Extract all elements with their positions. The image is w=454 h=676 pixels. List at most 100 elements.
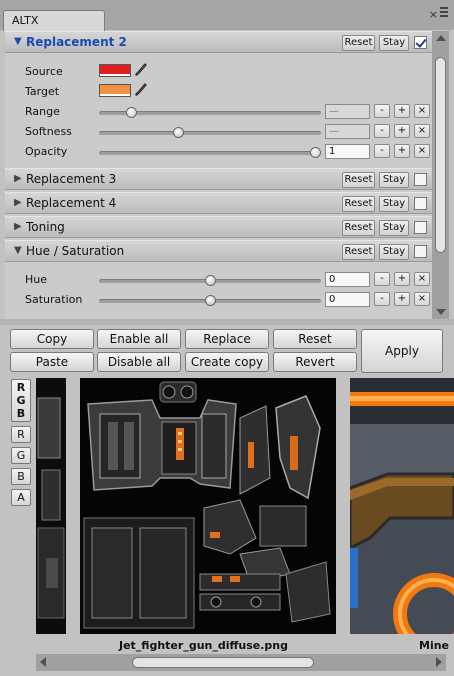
reset-button[interactable]: Reset — [342, 220, 375, 236]
tab-strip: ALTX × — [0, 0, 454, 31]
channel-rgb-button[interactable]: R G B — [11, 379, 31, 422]
channel-a-button[interactable]: A — [11, 489, 31, 506]
range-minus-button[interactable]: - — [374, 104, 390, 118]
section-title: Replacement 2 — [26, 35, 127, 49]
opacity-plus-button[interactable]: + — [394, 144, 410, 158]
slider-knob[interactable] — [126, 107, 138, 118]
previous-texture-thumbnail[interactable] — [36, 378, 66, 634]
hue-remove-button[interactable]: × — [414, 272, 430, 286]
saturation-remove-button[interactable]: × — [414, 292, 430, 306]
scroll-thumb[interactable] — [132, 657, 314, 668]
enable-checkbox[interactable] — [414, 197, 427, 210]
slider-knob[interactable] — [172, 127, 184, 138]
stay-button[interactable]: Stay — [379, 244, 409, 260]
stay-button[interactable]: Stay — [379, 35, 409, 51]
window-menu-icon[interactable] — [440, 7, 448, 17]
collapsed-triangle-icon[interactable]: ▶ — [14, 197, 22, 208]
eyedropper-icon[interactable] — [135, 83, 147, 96]
stay-button[interactable]: Stay — [379, 196, 409, 212]
softness-value-field[interactable]: — — [325, 124, 370, 139]
reset-button[interactable]: Reset — [342, 172, 375, 188]
enable-checkbox[interactable] — [414, 36, 427, 49]
range-remove-button[interactable]: × — [414, 104, 430, 118]
stay-button[interactable]: Stay — [379, 220, 409, 236]
saturation-value-field[interactable]: 0 — [325, 292, 370, 307]
texture-preview-area: R G B R G B A Jet_fighter_gun_diffuse.pn… — [0, 375, 454, 676]
collapsed-triangle-icon[interactable]: ▶ — [14, 173, 22, 184]
apply-button[interactable]: Apply — [361, 329, 443, 373]
section-toning[interactable]: ▶ Toning Reset Stay — [5, 216, 435, 238]
range-plus-button[interactable]: + — [394, 104, 410, 118]
section-replacement-4[interactable]: ▶ Replacement 4 Reset Stay — [5, 192, 435, 214]
hue-value-field[interactable]: 0 — [325, 272, 370, 287]
channel-g-button[interactable]: G — [11, 447, 31, 464]
section-replacement-2[interactable]: ▼ Replacement 2 Reset Stay — [5, 31, 435, 53]
softness-plus-button[interactable]: + — [394, 124, 410, 138]
channel-b-button[interactable]: B — [11, 468, 31, 485]
scroll-up-arrow-icon[interactable] — [436, 35, 446, 41]
softness-label: Softness — [25, 125, 72, 138]
enable-checkbox[interactable] — [414, 245, 427, 258]
slider-knob[interactable] — [204, 295, 216, 306]
paste-button[interactable]: Paste — [10, 352, 94, 372]
softness-remove-button[interactable]: × — [414, 124, 430, 138]
range-value-field[interactable]: — — [325, 104, 370, 119]
opacity-minus-button[interactable]: - — [374, 144, 390, 158]
create-copy-button[interactable]: Create copy — [185, 352, 269, 372]
enable-all-button[interactable]: Enable all — [97, 329, 181, 349]
opacity-remove-button[interactable]: × — [414, 144, 430, 158]
inspector-vertical-scrollbar[interactable] — [432, 31, 449, 319]
reset-button[interactable]: Reset — [342, 35, 375, 51]
disable-all-button[interactable]: Disable all — [97, 352, 181, 372]
reset-button[interactable]: Reset — [342, 244, 375, 260]
eyedropper-icon[interactable] — [135, 63, 147, 76]
saturation-plus-button[interactable]: + — [394, 292, 410, 306]
slider-knob[interactable] — [310, 147, 321, 158]
scroll-left-arrow-icon[interactable] — [40, 657, 46, 667]
channel-rgb-r-label: R — [16, 381, 26, 394]
window-tab[interactable]: ALTX — [3, 10, 105, 31]
replace-button[interactable]: Replace — [185, 329, 269, 349]
expanded-triangle-icon[interactable]: ▼ — [14, 245, 22, 256]
softness-slider[interactable] — [99, 127, 321, 138]
preview-horizontal-scrollbar[interactable] — [36, 654, 446, 671]
target-color-swatch[interactable] — [99, 84, 131, 97]
stay-button[interactable]: Stay — [379, 172, 409, 188]
enable-checkbox[interactable] — [414, 173, 427, 186]
section-hue-saturation[interactable]: ▼ Hue / Saturation Reset Stay — [5, 240, 435, 262]
saturation-minus-button[interactable]: - — [374, 292, 390, 306]
opacity-label: Opacity — [25, 145, 68, 158]
reset-all-button[interactable]: Reset — [273, 329, 357, 349]
channel-rgb-g-label: G — [16, 394, 26, 407]
saturation-slider[interactable] — [99, 295, 321, 306]
current-texture-filename: Jet_fighter_gun_diffuse.png — [119, 639, 289, 652]
enable-checkbox[interactable] — [414, 221, 427, 234]
opacity-slider[interactable] — [99, 147, 321, 158]
copy-button[interactable]: Copy — [10, 329, 94, 349]
expanded-triangle-icon[interactable]: ▼ — [14, 36, 22, 47]
revert-button[interactable]: Revert — [273, 352, 357, 372]
next-texture-thumbnail[interactable] — [350, 378, 454, 634]
source-color-swatch[interactable] — [99, 64, 131, 77]
scroll-thumb[interactable] — [435, 57, 446, 253]
section-replacement-3[interactable]: ▶ Replacement 3 Reset Stay — [5, 168, 435, 190]
scroll-right-arrow-icon[interactable] — [436, 657, 442, 667]
opacity-value-field[interactable]: 1 — [325, 144, 370, 159]
slider-knob[interactable] — [204, 275, 216, 286]
channel-r-button[interactable]: R — [11, 426, 31, 443]
saturation-label: Saturation — [25, 293, 83, 306]
hue-slider[interactable] — [99, 275, 321, 286]
softness-minus-button[interactable]: - — [374, 124, 390, 138]
reset-button[interactable]: Reset — [342, 196, 375, 212]
inspector-panel: ▼ Replacement 2 Reset Stay Source Target… — [5, 31, 435, 319]
channel-rgb-b-label: B — [16, 407, 26, 420]
range-slider[interactable] — [99, 107, 321, 118]
current-texture-thumbnail[interactable] — [80, 378, 336, 634]
window-close-icon[interactable]: × — [429, 8, 438, 21]
scroll-down-arrow-icon[interactable] — [436, 309, 446, 315]
collapsed-triangle-icon[interactable]: ▶ — [14, 221, 22, 232]
panel-divider[interactable] — [0, 319, 454, 325]
hue-plus-button[interactable]: + — [394, 272, 410, 286]
hue-minus-button[interactable]: - — [374, 272, 390, 286]
section-title: Replacement 4 — [26, 196, 117, 210]
